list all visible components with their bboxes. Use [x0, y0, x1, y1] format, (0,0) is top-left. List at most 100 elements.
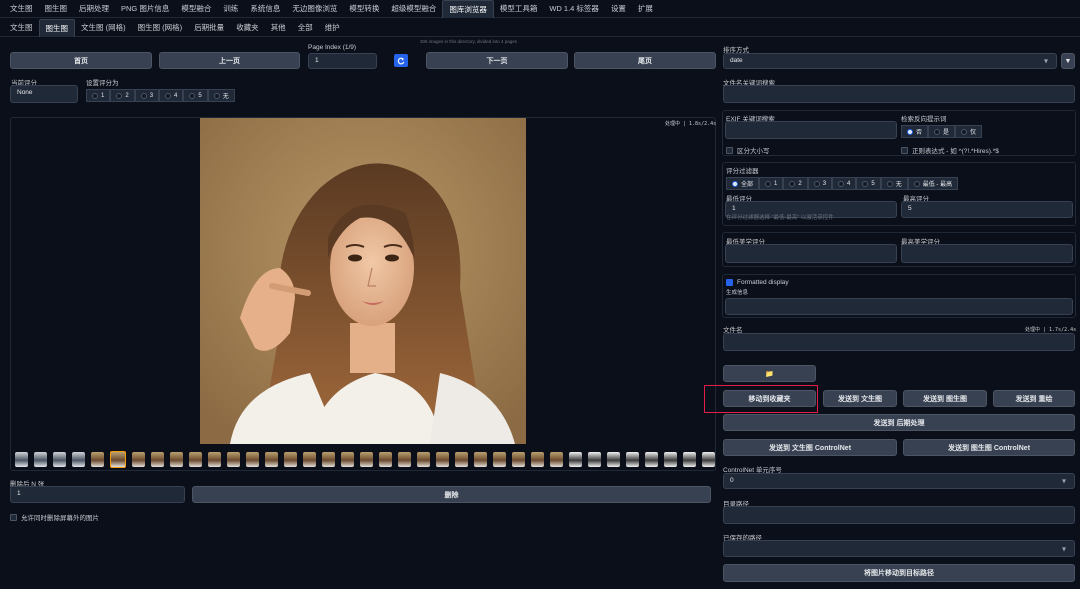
negative-prompt-option-2[interactable]: 仅: [955, 125, 983, 138]
saved-paths-select[interactable]: [723, 540, 1075, 557]
top-tab-7[interactable]: 无边图像浏览: [286, 0, 343, 18]
send-to-txt2img-controlnet-button[interactable]: 发送到 文生图 ControlNet: [723, 439, 897, 456]
thumbnail[interactable]: [227, 451, 240, 467]
thumbnail[interactable]: [189, 451, 202, 467]
refresh-button[interactable]: [394, 54, 408, 67]
thumbnail[interactable]: [512, 451, 525, 467]
prev-page-button[interactable]: 上一页: [159, 52, 300, 69]
negative-prompt-option-1[interactable]: 是: [928, 125, 956, 138]
sub-tab-3[interactable]: 图生图 (网格): [132, 19, 189, 37]
thumbnail[interactable]: [53, 451, 66, 467]
thumbnail[interactable]: [341, 451, 354, 467]
thumbnail[interactable]: [493, 451, 506, 467]
top-tab-9[interactable]: 超级模型融合: [385, 0, 442, 18]
regex-checkbox[interactable]: [901, 146, 908, 154]
sub-tab-4[interactable]: 后期批量: [188, 19, 230, 37]
top-tab-2[interactable]: 后期处理: [73, 0, 115, 18]
thumbnail[interactable]: [379, 451, 392, 467]
allow-delete-offscreen[interactable]: 允许同时删除屏幕外的图片: [10, 512, 99, 522]
thumbnail[interactable]: [474, 451, 487, 467]
set-rating-option-2[interactable]: 3: [134, 89, 160, 102]
send-to-inpaint-button[interactable]: 发送到 重绘: [993, 390, 1075, 407]
top-tab-3[interactable]: PNG 图片信息: [115, 0, 175, 18]
rating-filter-option-0[interactable]: 全部: [726, 177, 760, 190]
thumbnail[interactable]: [550, 451, 563, 467]
top-tab-12[interactable]: WD 1.4 标签器: [543, 0, 605, 18]
sub-tab-8[interactable]: 维护: [319, 19, 346, 37]
thumbnail[interactable]: [588, 451, 601, 467]
thumbnail[interactable]: [322, 451, 335, 467]
open-folder-button[interactable]: 📁: [723, 365, 816, 382]
rating-filter-option-1[interactable]: 1: [759, 177, 784, 190]
top-tab-5[interactable]: 训练: [217, 0, 244, 18]
send-to-extras-button[interactable]: 发送到 后期处理: [723, 414, 1075, 431]
formatted-display-checkbox[interactable]: [726, 279, 733, 286]
max-aesthetic-input[interactable]: [901, 244, 1073, 263]
top-tab-6[interactable]: 系统信息: [244, 0, 286, 18]
thumbnail[interactable]: [607, 451, 620, 467]
filename-search-input[interactable]: [723, 85, 1075, 103]
thumbnail[interactable]: [72, 451, 85, 467]
case-sensitive-option[interactable]: 区分大小写: [726, 145, 770, 155]
thumbnail[interactable]: [91, 451, 104, 467]
thumbnail[interactable]: [626, 451, 639, 467]
send-to-img2img-controlnet-button[interactable]: 发送到 图生图 ControlNet: [903, 439, 1075, 456]
rating-filter-option-5[interactable]: 5: [856, 177, 881, 190]
thumbnail[interactable]: [246, 451, 259, 467]
top-tab-1[interactable]: 图生图: [39, 0, 74, 18]
delete-count-input[interactable]: 1: [10, 486, 185, 503]
sort-select[interactable]: date: [723, 53, 1057, 69]
sub-tab-2[interactable]: 文生图 (网格): [75, 19, 132, 37]
rating-filter-option-7[interactable]: 最低 - 最高: [907, 177, 959, 190]
first-page-button[interactable]: 首页: [10, 52, 152, 69]
thumbnail[interactable]: [417, 451, 430, 467]
last-page-button[interactable]: 尾页: [574, 52, 716, 69]
top-tab-14[interactable]: 扩展: [632, 0, 659, 18]
top-tab-10[interactable]: 图库浏览器: [442, 0, 494, 18]
set-rating-option-1[interactable]: 2: [110, 89, 135, 102]
send-to-txt2img-button[interactable]: 发送到 文生图: [823, 390, 897, 407]
sub-tab-6[interactable]: 其他: [265, 19, 292, 37]
thumbnail[interactable]: [132, 451, 145, 467]
thumbnail[interactable]: [170, 451, 183, 467]
thumbnail[interactable]: [398, 451, 411, 467]
top-tab-0[interactable]: 文生图: [4, 0, 39, 18]
thumbnail[interactable]: [645, 451, 658, 467]
controlnet-unit-select[interactable]: 0: [723, 473, 1075, 489]
top-tab-4[interactable]: 模型融合: [175, 0, 217, 18]
rating-filter-option-6[interactable]: 无: [880, 177, 908, 190]
case-sensitive-checkbox[interactable]: [726, 146, 733, 154]
thumbnail[interactable]: [569, 451, 582, 467]
thumbnail[interactable]: [360, 451, 373, 467]
thumbnail[interactable]: [683, 451, 696, 467]
set-rating-option-5[interactable]: 无: [207, 89, 235, 102]
main-preview-image[interactable]: [200, 118, 526, 444]
send-to-img2img-button[interactable]: 发送到 图生图: [903, 390, 987, 407]
allow-delete-checkbox[interactable]: [10, 513, 17, 521]
move-to-target-button[interactable]: 将图片移动到目标路径: [723, 564, 1075, 582]
thumbnail[interactable]: [303, 451, 316, 467]
thumbnail[interactable]: [664, 451, 677, 467]
rating-filter-option-3[interactable]: 3: [807, 177, 833, 190]
min-aesthetic-input[interactable]: [725, 244, 897, 263]
sub-tab-1[interactable]: 图生图: [38, 18, 75, 37]
sub-tab-0[interactable]: 文生图: [4, 19, 39, 37]
next-page-button[interactable]: 下一页: [426, 52, 568, 69]
exif-search-input[interactable]: [725, 121, 897, 139]
thumbnail[interactable]: [702, 451, 715, 467]
thumbnail[interactable]: [265, 451, 278, 467]
thumbnail[interactable]: [151, 451, 164, 467]
rating-filter-option-2[interactable]: 2: [783, 177, 808, 190]
sort-order-button[interactable]: ▼: [1061, 53, 1075, 69]
filename-input[interactable]: [723, 333, 1075, 351]
top-tab-8[interactable]: 模型转换: [343, 0, 385, 18]
thumbnail[interactable]: [15, 451, 28, 467]
max-rating-input[interactable]: 5: [901, 201, 1073, 218]
regex-option[interactable]: 正则表达式 - 如 ^(?!.*Hires).*$: [901, 145, 999, 155]
set-rating-option-0[interactable]: 1: [86, 89, 111, 102]
top-tab-11[interactable]: 模型工具箱: [494, 0, 544, 18]
set-rating-option-4[interactable]: 5: [183, 89, 208, 102]
dir-path-input[interactable]: [723, 506, 1075, 524]
top-tab-13[interactable]: 设置: [605, 0, 632, 18]
thumbnail[interactable]: [531, 451, 544, 467]
